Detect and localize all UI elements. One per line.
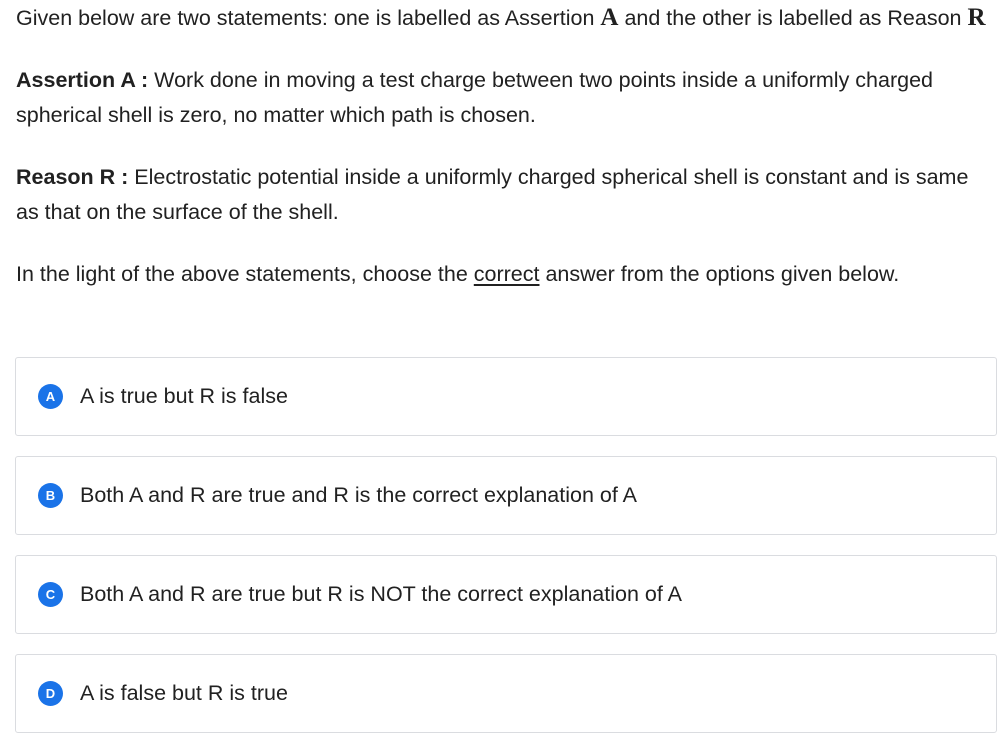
reason-text: Electrostatic potential inside a uniform… [16, 165, 969, 224]
intro-text-part-2: and the other is labelled as Reason [618, 6, 968, 30]
intro-text-part-1: Given below are two statements: one is l… [16, 6, 601, 30]
option-a-badge: A [38, 384, 63, 409]
reason-label: Reason R : [16, 165, 129, 189]
option-c-badge: C [38, 582, 63, 607]
reason-statement: Reason R : Electrostatic potential insid… [16, 160, 988, 230]
option-a-text: A is true but R is false [80, 384, 288, 408]
question-instruction: In the light of the above statements, ch… [16, 257, 988, 292]
instruction-emphasis: correct [473, 262, 540, 286]
reason-symbol: R [967, 4, 986, 31]
option-a[interactable]: A A is true but R is false [15, 357, 997, 436]
answer-options: A A is true but R is false B Both A and … [15, 357, 997, 733]
option-c-text: Both A and R are true but R is NOT the c… [80, 582, 682, 606]
instruction-text-part-2: answer from the options given below. [539, 262, 900, 286]
option-d-text: A is false but R is true [80, 681, 288, 705]
option-b-text: Both A and R are true and R is the corre… [80, 483, 637, 507]
instruction-text-part-1: In the light of the above statements, ch… [16, 262, 474, 286]
assertion-text: Work done in moving a test charge betwee… [16, 68, 933, 127]
option-b[interactable]: B Both A and R are true and R is the cor… [15, 456, 997, 535]
option-d[interactable]: D A is false but R is true [15, 654, 997, 733]
question-intro: Given below are two statements: one is l… [16, 0, 988, 36]
assertion-symbol: A [600, 4, 619, 31]
option-b-badge: B [38, 483, 63, 508]
question-body: Given below are two statements: one is l… [16, 0, 988, 292]
option-d-badge: D [38, 681, 63, 706]
option-c[interactable]: C Both A and R are true but R is NOT the… [15, 555, 997, 634]
assertion-statement: Assertion A : Work done in moving a test… [16, 63, 988, 133]
assertion-label: Assertion A : [16, 68, 149, 92]
